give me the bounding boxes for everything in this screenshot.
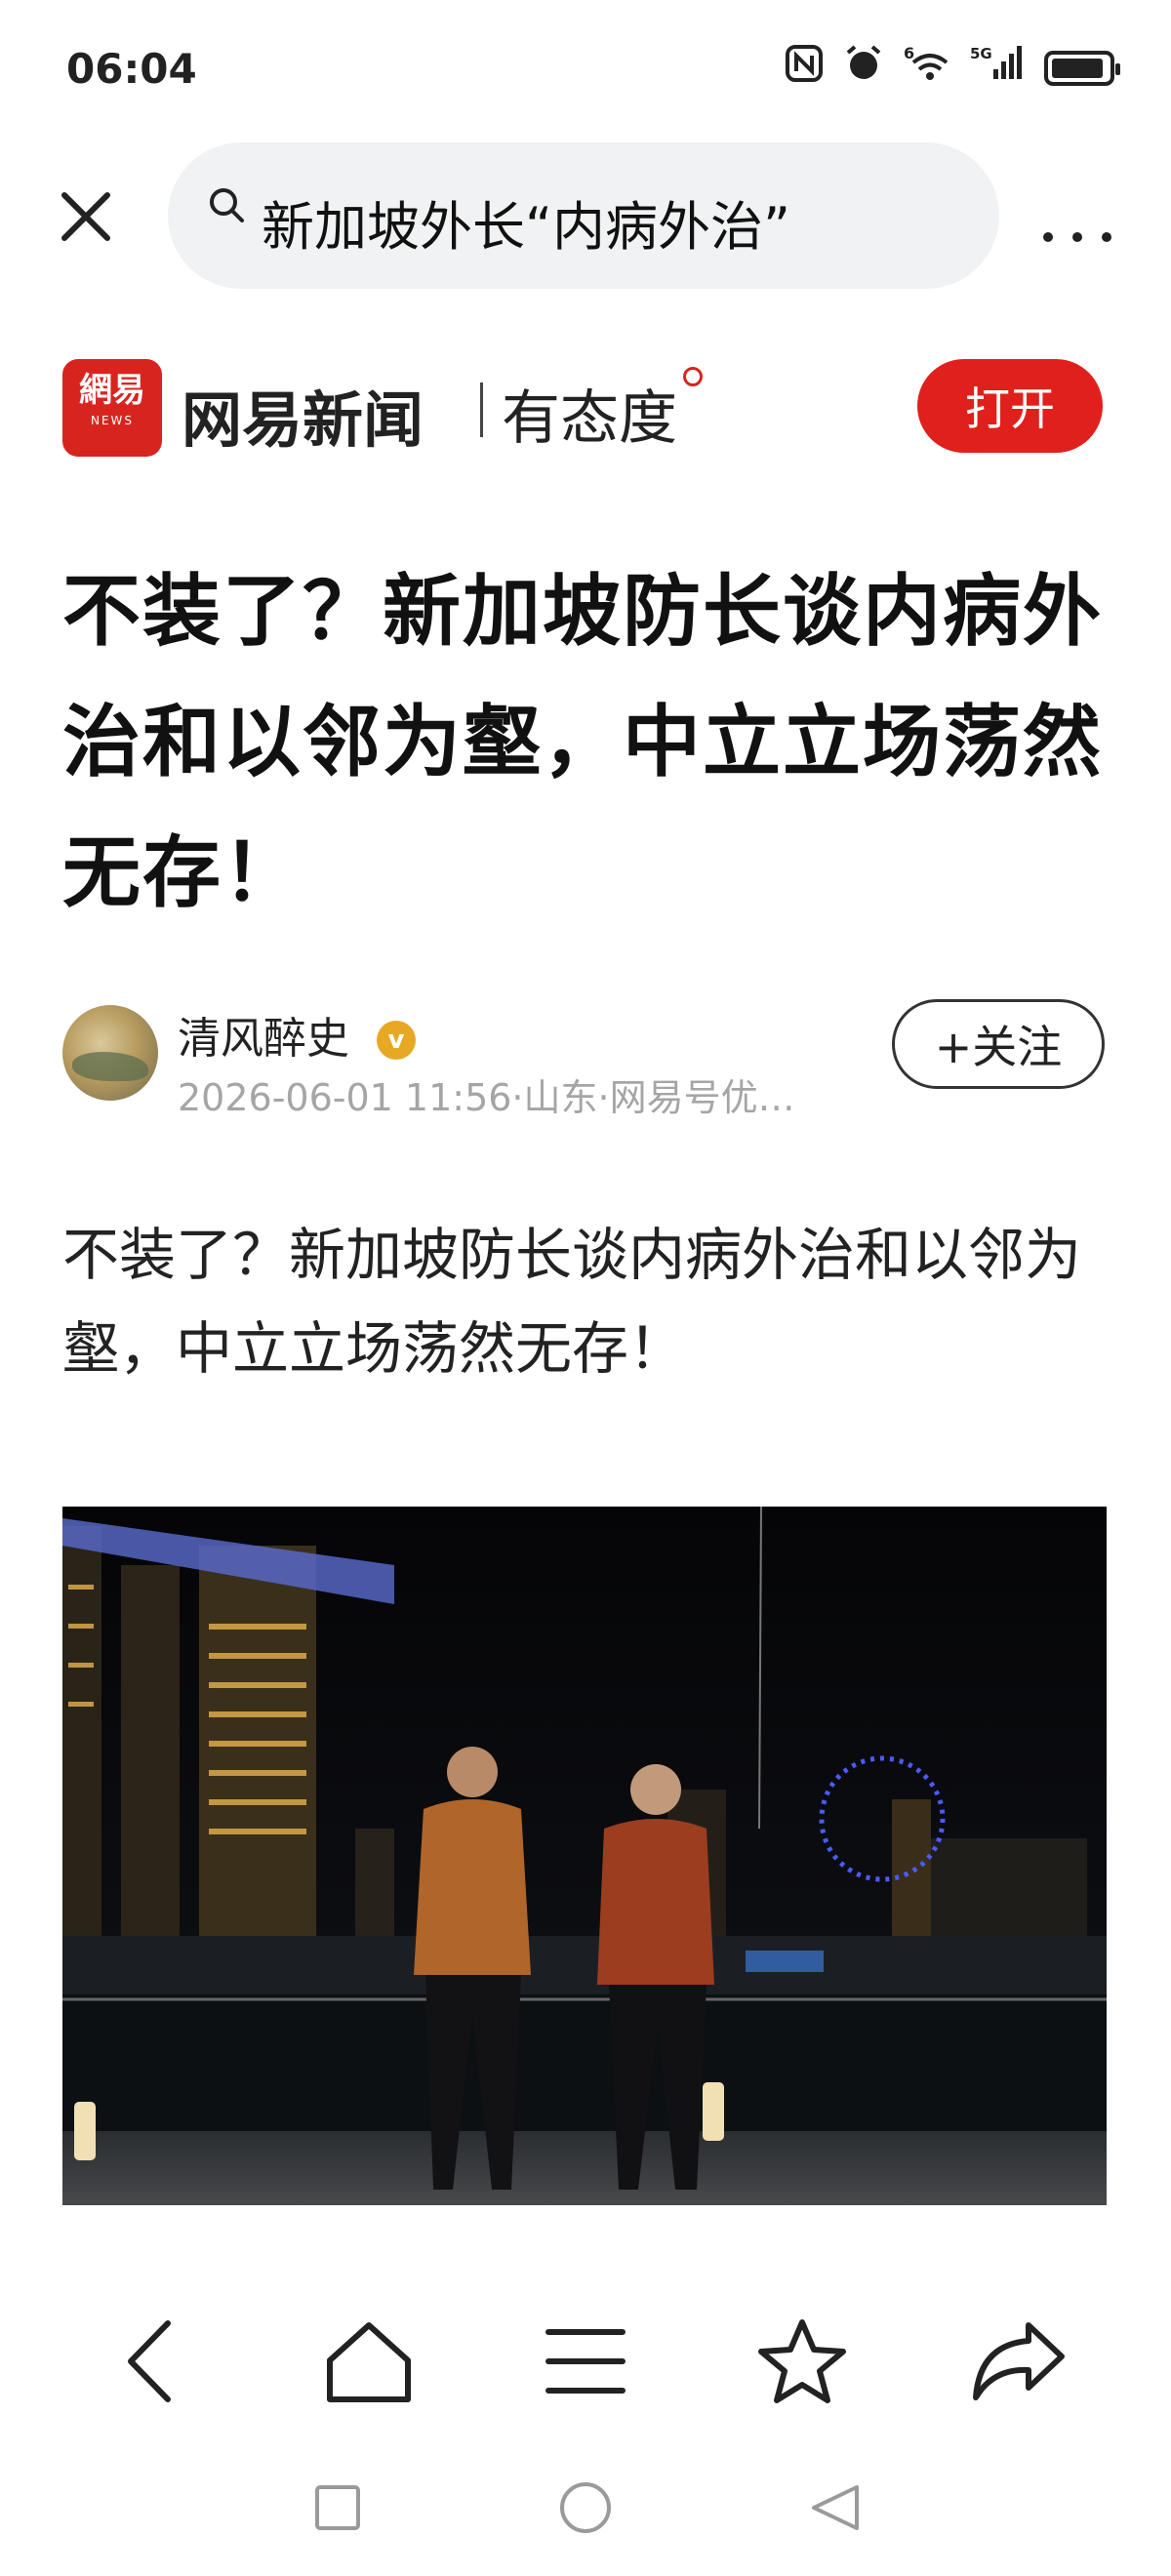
- share-icon: [973, 2322, 1065, 2400]
- system-home-button[interactable]: [546, 2459, 625, 2556]
- logo-subtext: NEWS: [90, 414, 135, 427]
- home-button[interactable]: [310, 2303, 427, 2420]
- battery-icon: [1044, 50, 1120, 86]
- browser-toolbar: [0, 2283, 1171, 2430]
- article-meta: 2026-06-01 11:56·山东·网易号优…: [178, 1076, 795, 1119]
- nfc-icon: [785, 44, 824, 92]
- share-button[interactable]: [960, 2303, 1077, 2420]
- close-icon: [61, 192, 110, 241]
- wifi-badge: 6: [904, 45, 914, 62]
- netease-logo: 網易 NEWS: [62, 359, 162, 457]
- back-icon: [128, 2320, 171, 2402]
- verified-badge-icon: v: [377, 1021, 416, 1060]
- more-icon: [1043, 232, 1111, 242]
- close-button[interactable]: [47, 178, 125, 256]
- slogan-dot-icon: [683, 367, 703, 386]
- search-row: 新加坡外长“内病外治”: [0, 137, 1171, 293]
- signal-5g-icon: 5G: [970, 44, 1025, 92]
- menu-button[interactable]: [527, 2303, 644, 2420]
- brand-bar: 網易 NEWS 网易新闻 有态度 打开: [0, 353, 1171, 461]
- wifi-icon: 6: [904, 44, 950, 91]
- logo-text: 網易: [79, 371, 145, 410]
- recent-apps-icon: [315, 2485, 360, 2530]
- favorite-button[interactable]: [744, 2303, 861, 2420]
- more-options-button[interactable]: [1038, 193, 1116, 262]
- status-time: 06:04: [66, 45, 197, 93]
- search-icon: [210, 188, 244, 222]
- network-label: 5G: [970, 45, 992, 62]
- menu-icon: [545, 2329, 626, 2394]
- status-icons: 6 5G: [785, 43, 1120, 93]
- status-bar: 06:04 6 5G: [0, 0, 1171, 137]
- brand-slogan: 有态度: [502, 384, 677, 453]
- follow-button[interactable]: +关注: [892, 999, 1105, 1089]
- search-query[interactable]: 新加坡外长“内病外治”: [262, 183, 790, 261]
- home-icon: [327, 2322, 411, 2402]
- brand-name: 网易新闻: [182, 384, 424, 456]
- recent-apps-button[interactable]: [299, 2459, 377, 2556]
- open-app-button[interactable]: 打开: [917, 359, 1103, 453]
- brand-divider: [480, 382, 483, 437]
- alarm-icon: [843, 43, 884, 93]
- star-icon: [758, 2319, 846, 2403]
- author-row: 清风醉史 v 2026-06-01 11:56·山东·网易号优… +关注: [0, 999, 1171, 1132]
- article-body: 不装了？新加坡防长谈内病外治和以邻为壑，中立立场荡然无存！: [62, 1222, 1082, 1382]
- back-button[interactable]: [92, 2303, 209, 2420]
- system-back-button[interactable]: [796, 2459, 874, 2556]
- author-name[interactable]: 清风醉史: [178, 1003, 349, 1066]
- avatar[interactable]: [62, 1005, 158, 1101]
- home-circle-icon: [560, 2482, 611, 2533]
- article-photo[interactable]: [62, 1507, 1107, 2205]
- search-input[interactable]: 新加坡外长“内病外治”: [168, 142, 999, 289]
- system-navigation-bar: [0, 2459, 1171, 2576]
- back-triangle-icon: [812, 2485, 859, 2530]
- article-headline: 不装了？新加坡防长谈内病外治和以邻为壑，中立立场荡然无存！: [62, 566, 1103, 918]
